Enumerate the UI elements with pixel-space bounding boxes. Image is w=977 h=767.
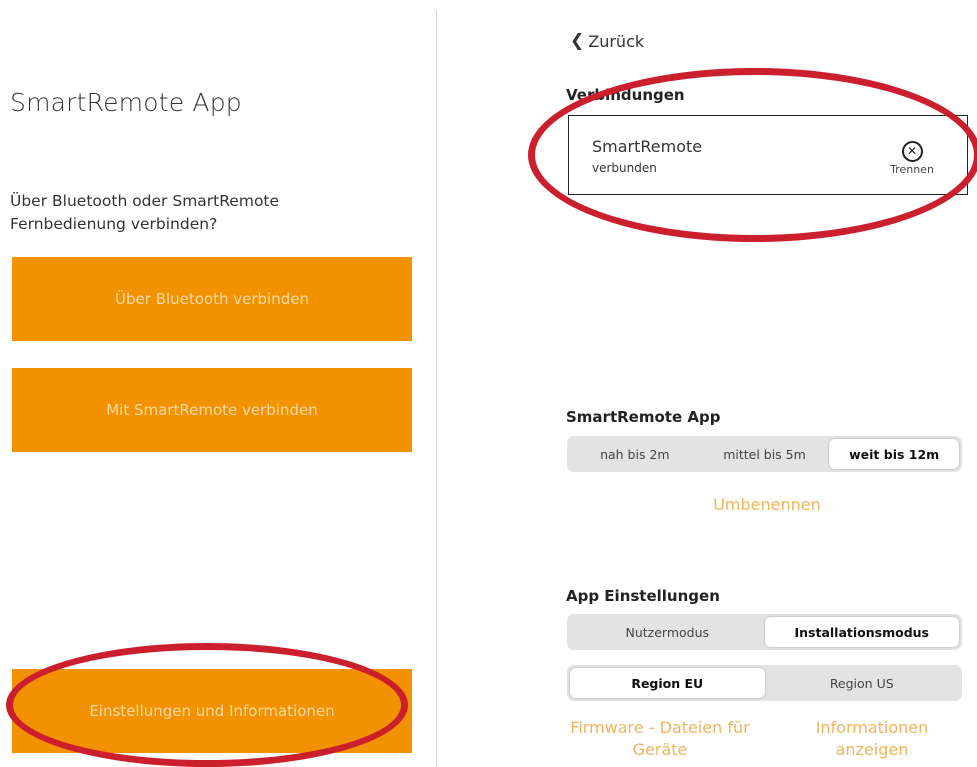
smartremote-app-title: SmartRemote App xyxy=(566,408,721,426)
connection-card: SmartRemote verbunden ✕ Trennen xyxy=(568,115,968,195)
start-screen: SmartRemote App Über Bluetooth oder Smar… xyxy=(0,0,432,767)
disconnect-button[interactable]: ✕ Trennen xyxy=(877,140,947,176)
mode-segmented-control: Nutzermodus Installationsmodus xyxy=(567,614,962,650)
app-title: SmartRemote App xyxy=(10,88,242,117)
mode-option-user[interactable]: Nutzermodus xyxy=(570,617,765,647)
rename-link[interactable]: Umbenennen xyxy=(667,494,867,516)
connections-title: Verbindungen xyxy=(566,86,685,104)
range-option-far[interactable]: weit bis 12m xyxy=(829,439,960,469)
connect-smartremote-button[interactable]: Mit SmartRemote verbinden xyxy=(12,368,412,452)
range-option-near[interactable]: nah bis 2m xyxy=(570,439,700,469)
chevron-left-icon: ❮ xyxy=(570,31,585,51)
range-option-medium[interactable]: mittel bis 5m xyxy=(700,439,830,469)
app-settings-title: App Einstellungen xyxy=(566,587,720,605)
settings-info-button[interactable]: Einstellungen und Informationen xyxy=(12,669,412,753)
mode-option-installation[interactable]: Installationsmodus xyxy=(764,617,959,647)
connection-status: verbunden xyxy=(592,161,657,175)
connection-name: SmartRemote xyxy=(592,137,703,156)
disconnect-label: Trennen xyxy=(890,163,934,176)
back-button[interactable]: ❮ Zurück xyxy=(570,31,644,51)
back-label: Zurück xyxy=(588,31,645,51)
info-link[interactable]: Informationen anzeigen xyxy=(792,717,952,761)
region-option-us[interactable]: Region US xyxy=(765,668,960,698)
firmware-link[interactable]: Firmware - Dateien für Geräte xyxy=(565,717,755,761)
settings-screen: ❮ Zurück Verbindungen SmartRemote verbun… xyxy=(437,0,977,767)
close-circle-icon: ✕ xyxy=(901,141,923,162)
range-segmented-control: nah bis 2m mittel bis 5m weit bis 12m xyxy=(567,436,962,472)
region-segmented-control: Region EU Region US xyxy=(567,665,962,701)
connect-bluetooth-button[interactable]: Über Bluetooth verbinden xyxy=(12,257,412,341)
connection-question: Über Bluetooth oder SmartRemote Fernbedi… xyxy=(10,192,280,233)
region-option-eu[interactable]: Region EU xyxy=(570,668,765,698)
